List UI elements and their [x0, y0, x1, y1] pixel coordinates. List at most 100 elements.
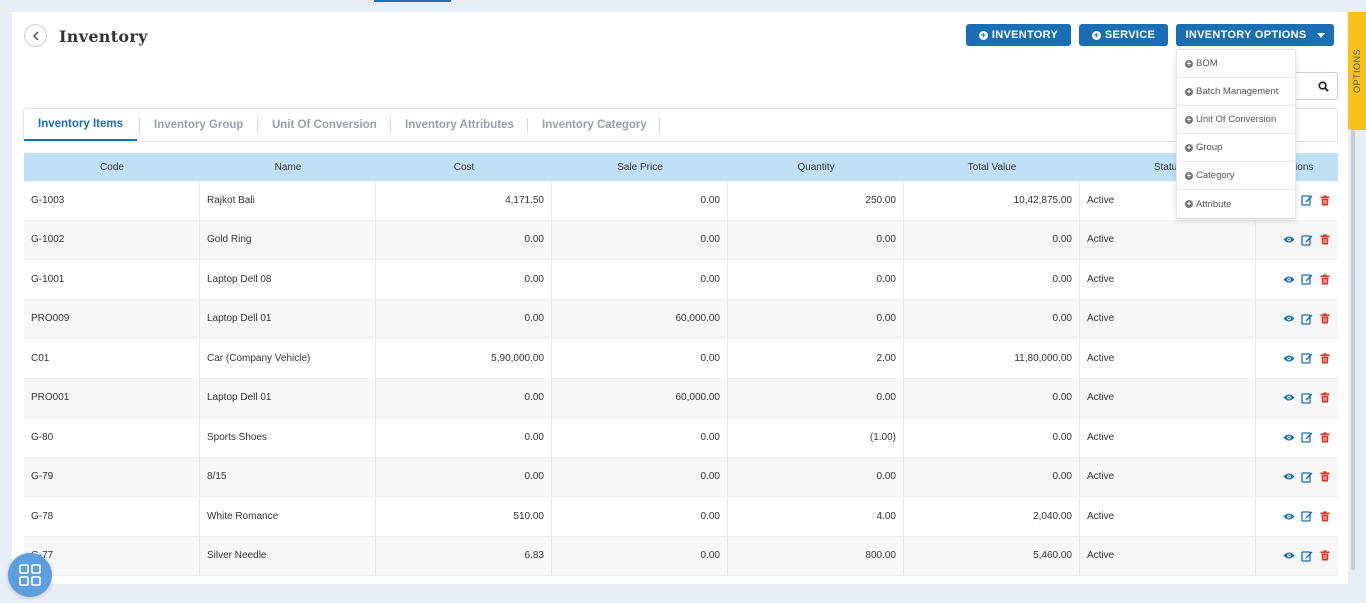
add-inventory-button[interactable]: + INVENTORY [966, 24, 1071, 46]
table-row: C01 Car (Company Vehicle) 5,90,000.00 0.00 2… [24, 339, 1338, 379]
delete-icon[interactable] [1319, 550, 1331, 562]
cell-sale-price: 0.00 [552, 536, 728, 575]
cell-quantity: 0.00 [728, 220, 904, 259]
view-icon[interactable] [1283, 234, 1295, 246]
menu-item-bom[interactable]: + BOM [1177, 50, 1295, 78]
cell-sale-price: 0.00 [552, 457, 728, 496]
edit-icon[interactable] [1301, 234, 1313, 246]
cell-name: White Romance [200, 497, 376, 536]
edit-icon[interactable] [1301, 194, 1313, 206]
view-icon[interactable] [1283, 313, 1295, 325]
edit-icon[interactable] [1301, 510, 1313, 522]
cell-quantity: 0.00 [728, 299, 904, 338]
delete-icon[interactable] [1319, 510, 1331, 522]
cell-total-value: 11,80,000.00 [904, 339, 1080, 378]
view-icon[interactable] [1283, 471, 1295, 483]
view-icon[interactable] [1283, 431, 1295, 443]
plus-circle-icon: + [1091, 29, 1101, 40]
tab-inventory-attributes[interactable]: Inventory Attributes [391, 109, 528, 141]
cell-cost: 0.00 [376, 299, 552, 338]
delete-icon[interactable] [1319, 194, 1331, 206]
column-header-name[interactable]: Name [200, 153, 376, 181]
view-icon[interactable] [1283, 352, 1295, 364]
cell-quantity: 0.00 [728, 260, 904, 299]
menu-item-unit-of-conversion[interactable]: + Unit Of Conversion [1177, 106, 1295, 134]
delete-icon[interactable] [1319, 352, 1331, 364]
cell-sale-price: 0.00 [552, 497, 728, 536]
search-icon[interactable] [1318, 80, 1329, 92]
cell-cost: 0.00 [376, 457, 552, 496]
menu-item-label: Unit Of Conversion [1196, 114, 1277, 125]
plus-circle-icon: + [1185, 199, 1193, 208]
column-header-code[interactable]: Code [24, 153, 200, 181]
table-body: G-1003 Rajkot Bali 4,171.50 0.00 250.00 10,42… [24, 181, 1338, 576]
cell-total-value: 2,040.00 [904, 497, 1080, 536]
view-icon[interactable] [1283, 273, 1295, 285]
table-row: G-1001 Laptop Dell 08 0.00 0.00 0.00 0.00 Acti… [24, 260, 1338, 300]
view-icon[interactable] [1283, 392, 1295, 404]
cell-code: C01 [24, 339, 200, 378]
page-title: Inventory [59, 27, 148, 46]
plus-circle-icon: + [1185, 170, 1193, 180]
cell-cost: 6.83 [376, 536, 552, 575]
edit-icon[interactable] [1301, 471, 1313, 483]
edit-icon[interactable] [1301, 313, 1313, 325]
options-side-tab[interactable]: OPTIONS [1348, 12, 1366, 130]
inventory-options-button[interactable]: INVENTORY OPTIONS [1176, 24, 1334, 46]
edit-icon[interactable] [1301, 273, 1313, 285]
grid-icon [19, 564, 41, 586]
cell-status: Active [1080, 260, 1256, 299]
cell-name: Laptop Dell 01 [200, 378, 376, 417]
tab-unit-of-conversion[interactable]: Unit Of Conversion [258, 109, 391, 141]
delete-icon[interactable] [1319, 431, 1331, 443]
delete-icon[interactable] [1319, 471, 1331, 483]
menu-item-attribute[interactable]: + Attribute [1177, 190, 1295, 218]
cell-actions [1256, 497, 1338, 536]
chevron-left-icon [32, 30, 39, 41]
edit-icon[interactable] [1301, 550, 1313, 562]
scrollbar[interactable] [1351, 130, 1355, 570]
cell-name: Car (Company Vehicle) [200, 339, 376, 378]
column-header-total-value[interactable]: Total Value [904, 153, 1080, 181]
menu-item-label: Group [1196, 142, 1223, 153]
cell-quantity: 0.00 [728, 378, 904, 417]
tab-inventory-items[interactable]: Inventory Items [24, 109, 137, 141]
cell-code: PRO001 [24, 378, 200, 417]
menu-item-label: Attribute [1196, 198, 1232, 210]
menu-item-group[interactable]: + Group [1177, 134, 1295, 162]
table-row: PRO001 Laptop Dell 01 0.00 60,000.00 0.00 0.0… [24, 378, 1338, 418]
plus-circle-icon: + [1185, 142, 1193, 152]
cell-quantity: 250.00 [728, 181, 904, 220]
apps-menu-button[interactable] [8, 553, 52, 597]
view-icon[interactable] [1283, 510, 1295, 522]
menu-item-label: Category [1196, 170, 1235, 181]
cell-total-value: 0.00 [904, 260, 1080, 299]
cell-quantity: 2.00 [728, 339, 904, 378]
tab-bar: Inventory Items Inventory Group Unit Of … [23, 108, 1338, 142]
delete-icon[interactable] [1319, 273, 1331, 285]
menu-item-batch-management[interactable]: + Batch Management [1177, 78, 1295, 106]
delete-icon[interactable] [1319, 313, 1331, 325]
cell-cost: 5,90,000.00 [376, 339, 552, 378]
delete-icon[interactable] [1319, 234, 1331, 246]
cell-cost: 510.00 [376, 497, 552, 536]
back-button[interactable] [24, 24, 47, 47]
cell-cost: 0.00 [376, 418, 552, 457]
view-icon[interactable] [1283, 550, 1295, 562]
edit-icon[interactable] [1301, 392, 1313, 404]
tab-inventory-group[interactable]: Inventory Group [140, 109, 257, 141]
cell-actions [1256, 300, 1338, 339]
menu-item-category[interactable]: + Category [1177, 162, 1295, 190]
edit-icon[interactable] [1301, 431, 1313, 443]
add-service-button[interactable]: + SERVICE [1079, 24, 1168, 46]
column-header-cost[interactable]: Cost [376, 153, 552, 181]
plus-circle-icon: + [978, 29, 988, 40]
edit-icon[interactable] [1301, 352, 1313, 364]
delete-icon[interactable] [1319, 392, 1331, 404]
column-header-sale-price[interactable]: Sale Price [552, 153, 728, 181]
tab-inventory-category[interactable]: Inventory Category [528, 109, 661, 141]
cell-code: G-1002 [24, 220, 200, 259]
plus-circle-icon: + [1185, 114, 1193, 124]
column-header-quantity[interactable]: Quantity [728, 153, 904, 181]
table-row: G-78 White Romance 510.00 0.00 4.00 2,040.00 A… [24, 497, 1338, 537]
